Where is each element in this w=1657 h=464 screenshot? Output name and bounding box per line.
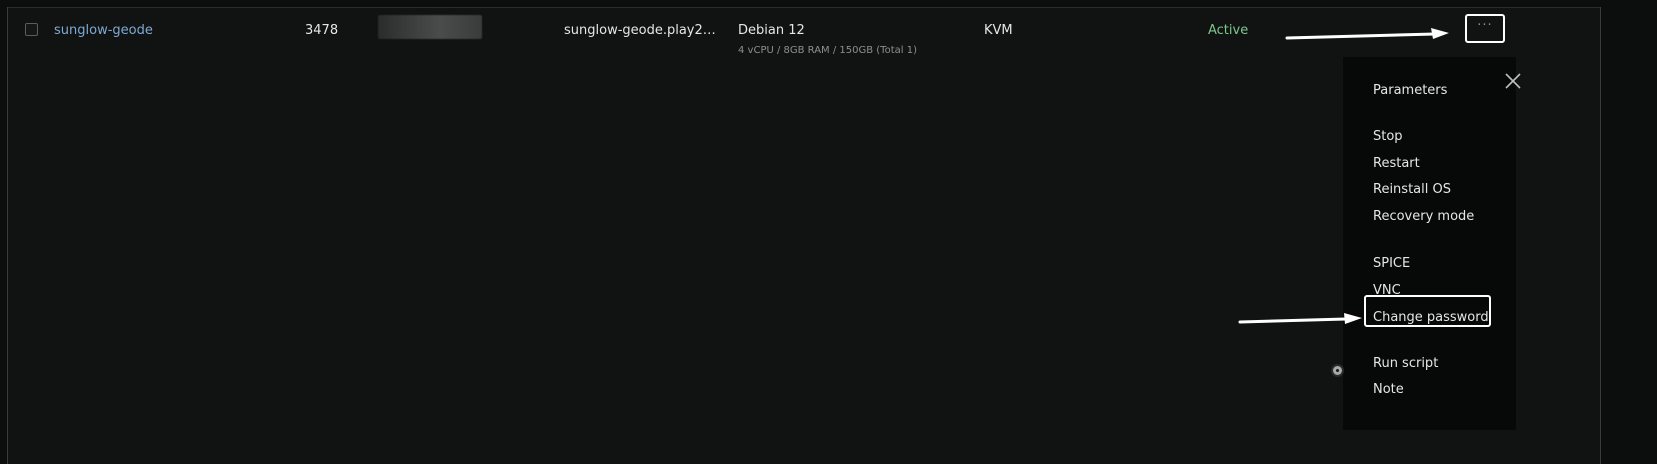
status-badge: Active [1208,23,1249,38]
server-specs: 4 vCPU / 8GB RAM / 150GB (Total 1) [738,45,917,56]
app-frame: sunglow-geode 3478 sunglow-geode.play2go… [0,0,1657,464]
menu-item-reinstall-os[interactable]: Reinstall OS [1373,182,1451,198]
menu-item-stop[interactable]: Stop [1373,129,1403,145]
server-os: Debian 12 [738,23,805,38]
server-name-link[interactable]: sunglow-geode [54,23,153,39]
menu-item-change-password[interactable]: Change password [1373,310,1489,326]
row-select-checkbox[interactable] [25,23,38,36]
close-icon[interactable] [1503,71,1523,91]
menu-item-vnc[interactable]: VNC [1373,283,1401,299]
menu-item-run-script[interactable]: Run script [1373,356,1438,372]
cursor-icon [1333,366,1342,375]
menu-item-recovery-mode[interactable]: Recovery mode [1373,209,1474,225]
menu-item-restart[interactable]: Restart [1373,156,1420,172]
row-actions-button[interactable]: ··· [1465,14,1505,43]
more-icon: ··· [1477,18,1493,33]
server-hostname: sunglow-geode.play2go... [564,23,724,38]
menu-item-parameters[interactable]: Parameters [1373,83,1447,99]
server-id: 3478 [305,23,339,38]
server-virtualization: KVM [984,23,1013,38]
ip-address-redacted [378,15,482,39]
menu-item-spice[interactable]: SPICE [1373,256,1410,272]
row-actions-menu: Parameters Stop Restart Reinstall OS Rec… [1343,57,1521,430]
menu-item-note[interactable]: Note [1373,382,1404,398]
